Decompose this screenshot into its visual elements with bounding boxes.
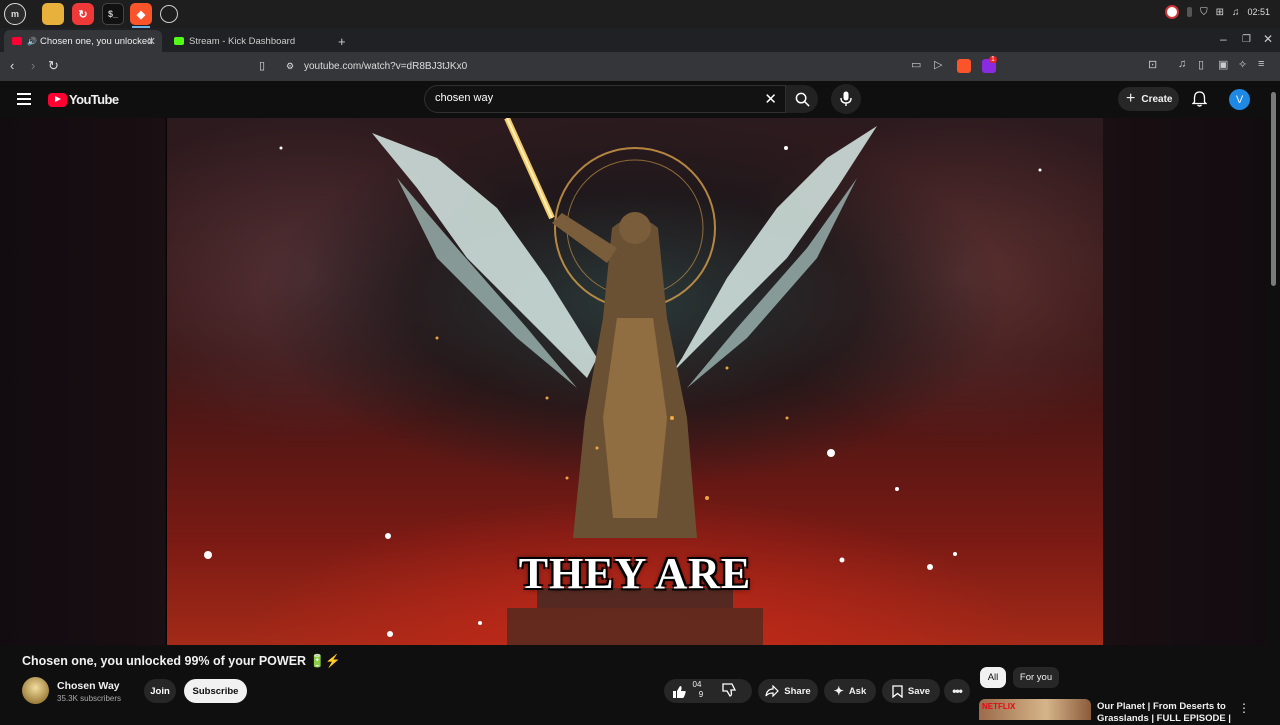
search-icon xyxy=(795,92,810,107)
terminal-icon[interactable]: $_ xyxy=(102,3,124,25)
obs-tray-icon[interactable] xyxy=(1165,5,1180,19)
shield-tray-icon[interactable]: ⛉ xyxy=(1200,7,1208,18)
alert-badge: 1 xyxy=(989,56,997,63)
hamburger-menu-icon[interactable] xyxy=(17,93,31,105)
dot-icon xyxy=(1187,7,1193,17)
forward-icon[interactable]: › xyxy=(31,58,35,73)
tab-youtube[interactable]: 🔊 Chosen one, you unlocked ✕ xyxy=(4,30,162,52)
minimize-icon[interactable]: – xyxy=(1220,32,1227,46)
close-tab-icon[interactable]: ✕ xyxy=(147,35,156,48)
video-player[interactable]: THEY ARE xyxy=(0,118,1268,645)
video-title: Chosen one, you unlocked 99% of your POW… xyxy=(22,654,341,668)
chip-for-you[interactable]: For you xyxy=(1013,667,1059,688)
channel-avatar[interactable] xyxy=(22,677,49,704)
wallet-icon[interactable]: ▣ xyxy=(1218,58,1228,71)
menu-icon[interactable]: m xyxy=(4,3,26,25)
brave-shield-icon[interactable] xyxy=(957,59,971,73)
more-vertical-icon[interactable]: ⋮ xyxy=(1238,701,1250,715)
files-icon[interactable] xyxy=(42,3,64,25)
obs-icon[interactable] xyxy=(160,5,178,23)
page-scrollbar[interactable] xyxy=(1271,92,1276,286)
like-count: 04 9 xyxy=(690,680,704,700)
youtube-header: YouTube ✕ + Create V xyxy=(0,81,1280,118)
video-frame[interactable]: THEY ARE xyxy=(167,118,1103,645)
like-count-top: 04 xyxy=(692,680,702,689)
save-button[interactable]: Save xyxy=(882,679,940,703)
new-tab-button[interactable]: + xyxy=(330,30,354,52)
clear-search-icon[interactable]: ✕ xyxy=(764,90,777,108)
kick-favicon-icon xyxy=(174,37,184,45)
search-box: ✕ xyxy=(424,85,786,113)
url-text[interactable]: youtube.com/watch?v=dR8BJ3tJKx0 xyxy=(304,61,467,72)
youtube-logo-text: YouTube xyxy=(69,92,119,107)
channel-name[interactable]: Chosen Way xyxy=(57,680,120,692)
dislike-button[interactable] xyxy=(722,683,736,697)
browser-tab-strip: 🔊 Chosen one, you unlocked ✕ Stream - Ki… xyxy=(0,28,1280,52)
reload-icon[interactable]: ↻ xyxy=(48,58,59,74)
screenshot-icon[interactable]: ⊡ xyxy=(1148,58,1157,71)
voice-search-button[interactable] xyxy=(831,84,861,114)
youtube-logo[interactable]: YouTube xyxy=(48,92,119,107)
search-input[interactable] xyxy=(435,92,735,104)
vivaldi-icon[interactable]: ↻ xyxy=(72,3,94,25)
share-button[interactable]: Share xyxy=(758,679,818,703)
join-button[interactable]: Join xyxy=(144,679,176,703)
create-button[interactable]: + Create xyxy=(1118,87,1179,111)
share-label: Share xyxy=(784,685,811,697)
tab-label: Stream - Kick Dashboard xyxy=(189,35,296,47)
microphone-icon xyxy=(840,91,852,106)
url-field[interactable]: ⚙ youtube.com/watch?v=dR8BJ3tJKx0 xyxy=(280,55,1000,77)
close-window-icon[interactable]: ✕ xyxy=(1263,32,1273,46)
site-info-icon[interactable]: ⚙ xyxy=(286,61,294,72)
address-bar-row: ‹ › ↻ ▯ ⚙ youtube.com/watch?v=dR8BJ3tJKx… xyxy=(0,52,1280,81)
youtube-favicon-icon xyxy=(12,37,22,45)
bell-icon xyxy=(1192,91,1207,107)
like-count-bottom: 9 xyxy=(698,690,704,699)
like-button[interactable] xyxy=(664,679,752,703)
netflix-logo: NETFLIX xyxy=(982,702,1016,711)
more-horizontal-icon: ••• xyxy=(952,684,963,698)
tab-label: Chosen one, you unlocked xyxy=(39,35,153,47)
ai-icon[interactable]: ✧ xyxy=(1238,58,1247,71)
search-button[interactable] xyxy=(786,85,818,113)
create-label: Create xyxy=(1141,93,1173,105)
tab-kick-dashboard[interactable]: Stream - Kick Dashboard xyxy=(166,30,326,52)
maximize-icon[interactable]: ❐ xyxy=(1242,34,1251,45)
music-icon[interactable]: ♫ xyxy=(1178,58,1186,70)
plus-icon: + xyxy=(1126,90,1136,107)
bookmark-icon[interactable]: ▯ xyxy=(259,59,265,72)
subscribe-button[interactable]: Subscribe xyxy=(184,679,247,703)
share-icon xyxy=(765,685,780,697)
thumbs-up-icon xyxy=(673,685,686,698)
video-caption: THEY ARE xyxy=(518,549,752,598)
system-tray: ⛉ ⊞ ♫ 02:51 xyxy=(1165,5,1270,19)
subscriber-count: 35.3K subscribers xyxy=(57,694,122,703)
cast-icon[interactable]: ▭ xyxy=(911,58,921,71)
brave-icon[interactable]: ◆ xyxy=(130,3,152,28)
network-icon[interactable]: ⊞ xyxy=(1216,7,1224,18)
ask-button[interactable]: ✦ Ask xyxy=(824,679,876,703)
ask-label: Ask xyxy=(848,685,867,697)
chip-all[interactable]: All xyxy=(980,667,1006,688)
more-actions-button[interactable]: ••• xyxy=(944,679,970,703)
notifications-button[interactable] xyxy=(1192,91,1207,107)
sidebar-icon[interactable]: ▯ xyxy=(1198,58,1204,71)
volume-icon[interactable]: ♫ xyxy=(1232,7,1240,18)
back-icon[interactable]: ‹ xyxy=(10,58,14,73)
account-avatar[interactable]: V xyxy=(1229,89,1250,110)
youtube-play-icon xyxy=(48,92,67,107)
send-icon[interactable]: ▷ xyxy=(934,58,942,71)
thumbs-down-icon xyxy=(722,683,736,697)
save-label: Save xyxy=(907,685,931,697)
os-taskbar: m ↻ $_ ◆ ⛉ ⊞ ♫ 02:51 xyxy=(0,0,1280,28)
recommendation-title[interactable]: Our Planet | From Deserts to Grasslands … xyxy=(1097,701,1237,725)
speaker-icon: 🔊 xyxy=(27,36,37,46)
clock[interactable]: 02:51 xyxy=(1247,7,1270,17)
bookmark-save-icon xyxy=(892,684,903,698)
recommendation-thumbnail[interactable]: NETFLIX xyxy=(979,699,1091,720)
sparkle-icon: ✦ xyxy=(833,684,844,698)
browser-menu-icon[interactable]: ≡ xyxy=(1258,58,1264,70)
